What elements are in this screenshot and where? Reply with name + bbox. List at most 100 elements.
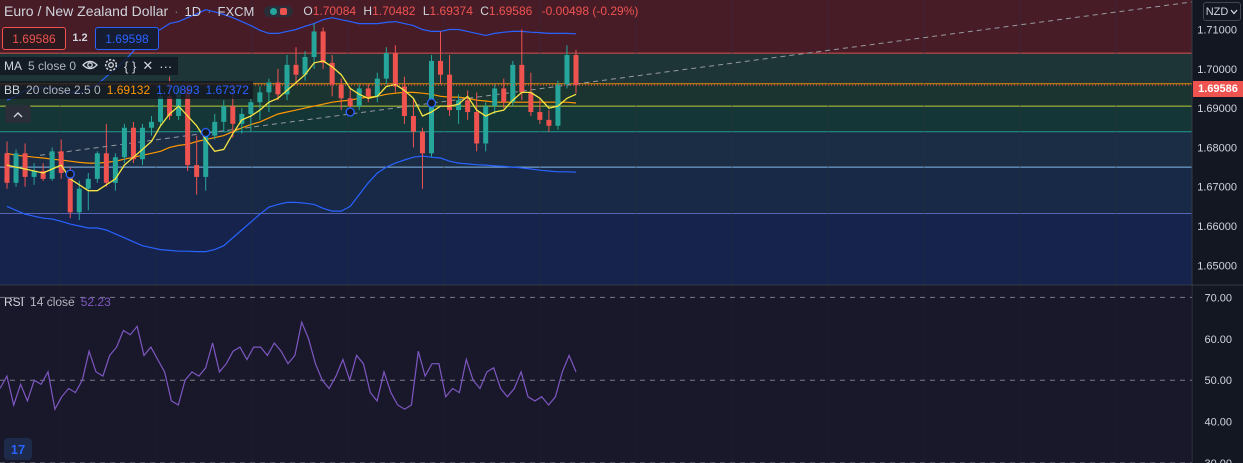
candle-body	[528, 92, 534, 113]
candle-body	[293, 64, 299, 75]
change-value: -0.00498 (-0.29%)	[541, 4, 639, 18]
cross-marker	[426, 98, 437, 108]
ohlc-values: O1.70084 H1.70482 L1.69374 C1.69586 -0.0…	[303, 4, 638, 18]
candle-body	[221, 106, 227, 122]
open-value: 1.70084	[312, 4, 357, 18]
candle-body	[347, 98, 353, 107]
exchange-label: FXCM	[217, 3, 255, 19]
price-tick-label: 1.65000	[1197, 260, 1237, 272]
candle-body	[320, 31, 326, 63]
candle-body	[158, 96, 164, 122]
chart-canvas[interactable]: 1.71000 1.70000 1.69000 1.68000 1.67000 1.660…	[0, 0, 1243, 463]
candle-body	[311, 31, 317, 57]
candle-body	[383, 53, 389, 79]
bb-basis-value: 1.69132	[106, 83, 151, 97]
low-value: 1.69374	[429, 4, 473, 18]
price-tick-label: 1.68000	[1197, 142, 1237, 154]
market-status-toggle[interactable]	[264, 5, 294, 17]
candle-body	[185, 88, 191, 166]
candle-body	[410, 115, 416, 132]
ma-params: 5 close 0	[28, 59, 77, 73]
symbol-title[interactable]: Euro / New Zealand Dollar	[0, 3, 168, 19]
bb-name: BB	[4, 83, 21, 97]
candle-body	[419, 131, 425, 154]
rsi-tick-label: 40.00	[1204, 417, 1232, 429]
open-label: O	[303, 4, 313, 18]
candle-body	[447, 74, 453, 111]
interval-label[interactable]: 1D	[185, 4, 202, 19]
candle-body	[483, 106, 489, 144]
candle-body	[501, 88, 507, 103]
candle-body	[465, 100, 471, 113]
rsi-tick-label: 70.00	[1204, 292, 1232, 304]
price-zone	[0, 53, 1192, 84]
bb-params: 20 close 2.5 0	[26, 83, 101, 97]
chevron-down-icon	[1230, 9, 1238, 14]
price-tick-label: 1.70000	[1197, 64, 1237, 76]
low-label: L	[422, 4, 430, 18]
candle-body	[149, 121, 155, 128]
sell-button[interactable]: 1.69586	[2, 27, 66, 50]
rsi-tick-label: 30.00	[1204, 458, 1232, 463]
candle-body	[474, 112, 480, 144]
candle-body	[546, 119, 552, 126]
candle-body	[564, 55, 570, 85]
source-code-icon[interactable]: { }	[124, 59, 136, 74]
candle-body	[85, 178, 91, 189]
rsi-tick-label: 60.00	[1204, 334, 1232, 346]
chevron-up-icon	[13, 111, 23, 117]
candle-body	[230, 106, 236, 124]
candle-body	[58, 151, 64, 173]
price-tick-label: 1.71000	[1197, 24, 1237, 36]
price-tick-label: 1.66000	[1197, 221, 1237, 233]
rsi-name: RSI	[4, 295, 25, 309]
rsi-background	[0, 286, 1192, 463]
collapse-legend-button[interactable]	[5, 105, 31, 123]
candle-body	[103, 153, 109, 183]
gear-icon[interactable]	[104, 58, 118, 75]
candle-body	[130, 127, 136, 160]
rsi-params: 14 close	[30, 295, 75, 309]
candle-body	[266, 82, 272, 93]
cross-marker	[345, 107, 355, 117]
bb-upper-value: 1.70893	[156, 83, 200, 97]
candle-body	[22, 153, 28, 177]
price-tick-label: 1.67000	[1197, 182, 1237, 194]
more-icon[interactable]: ···	[159, 59, 172, 74]
tradingview-logo[interactable]: 17	[4, 438, 32, 460]
candle-body	[275, 82, 281, 95]
candle-body	[365, 88, 371, 97]
currency-label: NZD	[1205, 5, 1229, 18]
spread-value: 1.2	[72, 31, 88, 44]
current-price-label: 1.69586	[1193, 81, 1243, 97]
eye-icon[interactable]	[82, 59, 98, 74]
candle-body	[4, 153, 10, 183]
bb-lower-value: 1.67372	[205, 83, 249, 97]
candle-body	[94, 153, 100, 179]
close-label: C	[480, 4, 489, 18]
candle-body	[492, 88, 498, 107]
close-icon[interactable]: ✕	[142, 58, 153, 74]
ma-name: MA	[4, 59, 22, 73]
candle-body	[438, 60, 444, 75]
candle-body	[338, 84, 344, 99]
candle-body	[573, 55, 579, 86]
candle-body	[519, 64, 525, 93]
candle-body	[139, 127, 145, 160]
candle-body	[510, 64, 516, 103]
price-tick-label: 1.69000	[1197, 103, 1237, 115]
cross-marker	[201, 127, 211, 138]
bb-indicator-legend[interactable]: BB 20 close 2.5 0 1.69132 1.70893 1.6737…	[0, 81, 253, 99]
candle-body	[392, 53, 398, 87]
currency-selector[interactable]: NZD	[1203, 2, 1241, 21]
candle-body	[257, 92, 263, 103]
rsi-indicator-legend[interactable]: RSI 14 close 52.23	[0, 294, 111, 310]
candle-body	[76, 188, 82, 213]
close-value: 1.69586	[488, 4, 533, 18]
candle-body	[248, 102, 254, 114]
market-open-icon	[270, 7, 278, 15]
buy-button[interactable]: 1.69598	[95, 27, 159, 50]
wave-icon	[280, 7, 288, 15]
ma-indicator-legend[interactable]: MA 5 close 0 { } ✕ ···	[0, 57, 179, 75]
price-zone	[0, 167, 1192, 214]
